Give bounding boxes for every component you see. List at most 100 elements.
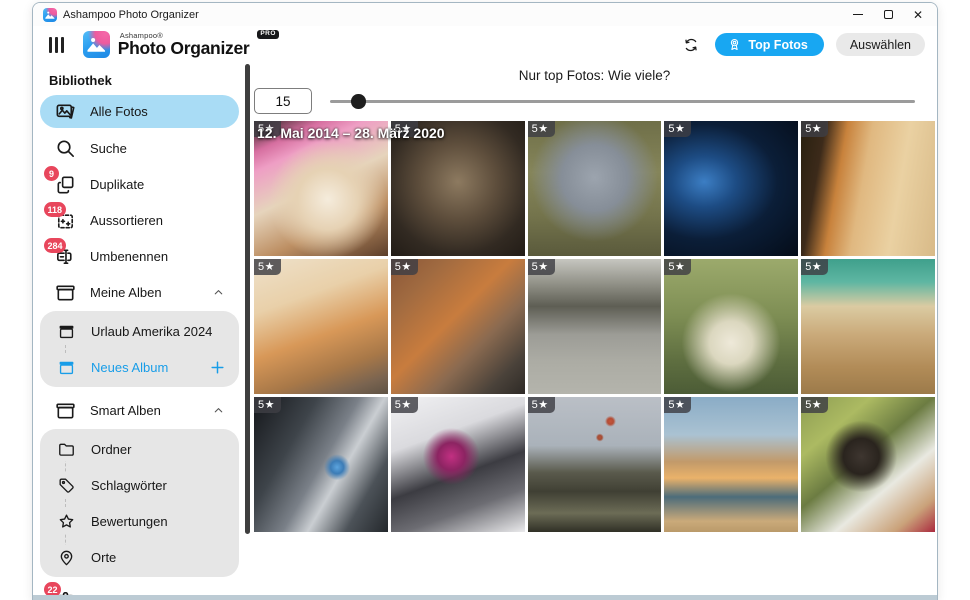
- slider-track: [330, 100, 915, 104]
- chevron-up-icon[interactable]: [212, 286, 225, 299]
- album-icon: [54, 319, 78, 343]
- photo-dog-goggles-snow[interactable]: 5★: [391, 397, 525, 532]
- select-label: Auswählen: [850, 38, 911, 52]
- sidebar-item-label: Umbenennen: [90, 249, 168, 264]
- maximize-button[interactable]: [873, 3, 903, 26]
- sidebar-item-umbenennen[interactable]: 284 Umbenennen: [40, 238, 239, 274]
- select-button[interactable]: Auswählen: [836, 33, 925, 56]
- toolbar: Ashampoo® Photo Organizer PRO Top Fot: [33, 26, 937, 63]
- rating-badge: 5★: [664, 259, 691, 275]
- sidebar-item-label: Orte: [91, 550, 116, 565]
- rename-icon: 284: [53, 244, 77, 268]
- close-button[interactable]: ✕: [903, 3, 933, 26]
- sidebar-item-aussortieren[interactable]: 118 Aussortieren: [40, 202, 239, 238]
- sort-out-count-badge: 118: [44, 202, 66, 217]
- sidebar-item-label: Suche: [90, 141, 127, 156]
- award-icon: [727, 37, 742, 52]
- sidebar-section-meine-alben[interactable]: Meine Alben: [40, 274, 239, 310]
- maximize-icon: [884, 10, 893, 19]
- top-fotos-button[interactable]: Top Fotos: [715, 33, 823, 56]
- sidebar-item-label: Duplikate: [90, 177, 144, 192]
- sidebar-header: Bibliothek: [49, 73, 239, 88]
- photo-gray-cat[interactable]: 5★: [528, 121, 662, 256]
- location-pin-icon: [54, 545, 78, 569]
- rating-badge: 5★: [801, 397, 828, 413]
- sidebar-item-label: Neues Album: [91, 360, 168, 375]
- tag-icon: [54, 473, 78, 497]
- photo-street-crossing-dog[interactable]: 5★: [528, 259, 662, 394]
- sidebar-item-ordner[interactable]: Ordner: [40, 431, 239, 467]
- sidebar-item-urlaub-amerika-2024[interactable]: Urlaub Amerika 2024: [40, 313, 239, 349]
- photo-tabby-cat-portrait[interactable]: 5★: [391, 121, 525, 256]
- sidebar-item-suche[interactable]: Suche: [40, 130, 239, 166]
- sidebar-item-orte[interactable]: Orte: [40, 539, 239, 575]
- minimize-button[interactable]: [843, 3, 873, 26]
- photo-jellyfish[interactable]: 5★: [664, 121, 798, 256]
- top-count-input[interactable]: [254, 88, 312, 114]
- content: Bibliothek Alle Fotos S: [33, 63, 937, 600]
- rename-count-badge: 284: [44, 238, 66, 253]
- sort-out-icon: 118: [53, 208, 77, 232]
- close-icon: ✕: [913, 9, 923, 21]
- brand: Ashampoo® Photo Organizer PRO: [83, 31, 280, 58]
- photos-icon: [53, 100, 77, 124]
- main-panel: Nur top Fotos: Wie viele? 5★ 12. Mai 201…: [245, 63, 937, 600]
- date-range-label: 12. Mai 2014 – 28. März 2020: [257, 125, 445, 141]
- sidebar-item-alle-fotos[interactable]: Alle Fotos: [40, 95, 239, 128]
- sidebar-item-label: Schlagwörter: [91, 478, 167, 493]
- sidebar-section-smart-alben[interactable]: Smart Alben: [40, 392, 239, 428]
- sidebar-item-label: Bewertungen: [91, 514, 168, 529]
- photo-husky-eye[interactable]: 5★: [254, 397, 388, 532]
- brand-name-large: Photo Organizer: [118, 38, 250, 58]
- top-count-slider[interactable]: [330, 93, 915, 109]
- refresh-icon: [682, 36, 700, 54]
- add-album-icon[interactable]: [209, 359, 226, 376]
- menu-toggle-icon[interactable]: [47, 33, 66, 57]
- rating-badge: 5★: [391, 259, 418, 275]
- rating-badge: 5★: [664, 121, 691, 137]
- rating-badge: 5★: [254, 397, 281, 413]
- rating-badge: 5★: [664, 397, 691, 413]
- rating-badge: 5★: [528, 121, 555, 137]
- rating-badge: 5★: [391, 397, 418, 413]
- top-count-controls: [254, 88, 935, 114]
- photo-orange-cat-blanket[interactable]: 5★: [254, 259, 388, 394]
- refresh-button[interactable]: [679, 33, 703, 57]
- sidebar-item-duplikate[interactable]: 9 Duplikate: [40, 166, 239, 202]
- sidebar-item-schlagwoerter[interactable]: Schlagwörter: [40, 467, 239, 503]
- app-window: Ashampoo Photo Organizer ✕ Ashampoo® Pho…: [32, 2, 938, 600]
- album-icon: [53, 280, 77, 304]
- star-icon: [54, 509, 78, 533]
- app-logo-icon: [43, 8, 57, 22]
- photo-balloons-field[interactable]: 5★: [528, 397, 662, 532]
- search-icon: [53, 136, 77, 160]
- photo-beach-cliffs[interactable]: 5★: [664, 397, 798, 532]
- photo-fox-on-stairs[interactable]: 5★: [391, 259, 525, 394]
- photo-grid: 5★ 12. Mai 2014 – 28. März 2020 5★ 5★ 5★…: [254, 121, 935, 532]
- photo-two-dogs-pool[interactable]: 5★: [801, 259, 935, 394]
- sidebar-item-label: Urlaub Amerika 2024: [91, 324, 212, 339]
- new-album-icon: [54, 355, 78, 379]
- sidebar-section-label: Meine Alben: [90, 285, 162, 300]
- title-bar[interactable]: Ashampoo Photo Organizer ✕: [33, 3, 937, 26]
- minimize-icon: [853, 14, 863, 15]
- sidebar-item-neues-album[interactable]: Neues Album: [40, 349, 239, 385]
- photo-orange-kitten[interactable]: 5★: [801, 121, 935, 256]
- album-icon: [53, 398, 77, 422]
- screen: Ashampoo Photo Organizer ✕ Ashampoo® Pho…: [0, 0, 970, 600]
- window-bottom-edge: [33, 595, 937, 600]
- rating-badge: 5★: [528, 397, 555, 413]
- sidebar-item-bewertungen[interactable]: Bewertungen: [40, 503, 239, 539]
- sidebar-item-label: Aussortieren: [90, 213, 163, 228]
- photo-white-dog-grass[interactable]: 5★: [664, 259, 798, 394]
- pro-badge: PRO: [257, 30, 280, 40]
- window-title: Ashampoo Photo Organizer: [63, 9, 199, 21]
- duplicates-count-badge: 9: [44, 166, 59, 181]
- slider-thumb[interactable]: [351, 94, 366, 109]
- top-fotos-label: Top Fotos: [748, 38, 807, 52]
- smart-albums-group: Ordner Schlagwörter: [40, 429, 239, 577]
- photo-sleeping-calico-cat[interactable]: 5★ 12. Mai 2014 – 28. März 2020: [254, 121, 388, 256]
- sidebar-scrollbar[interactable]: [245, 64, 250, 534]
- photo-puppy-towel[interactable]: 5★: [801, 397, 935, 532]
- chevron-up-icon[interactable]: [212, 404, 225, 417]
